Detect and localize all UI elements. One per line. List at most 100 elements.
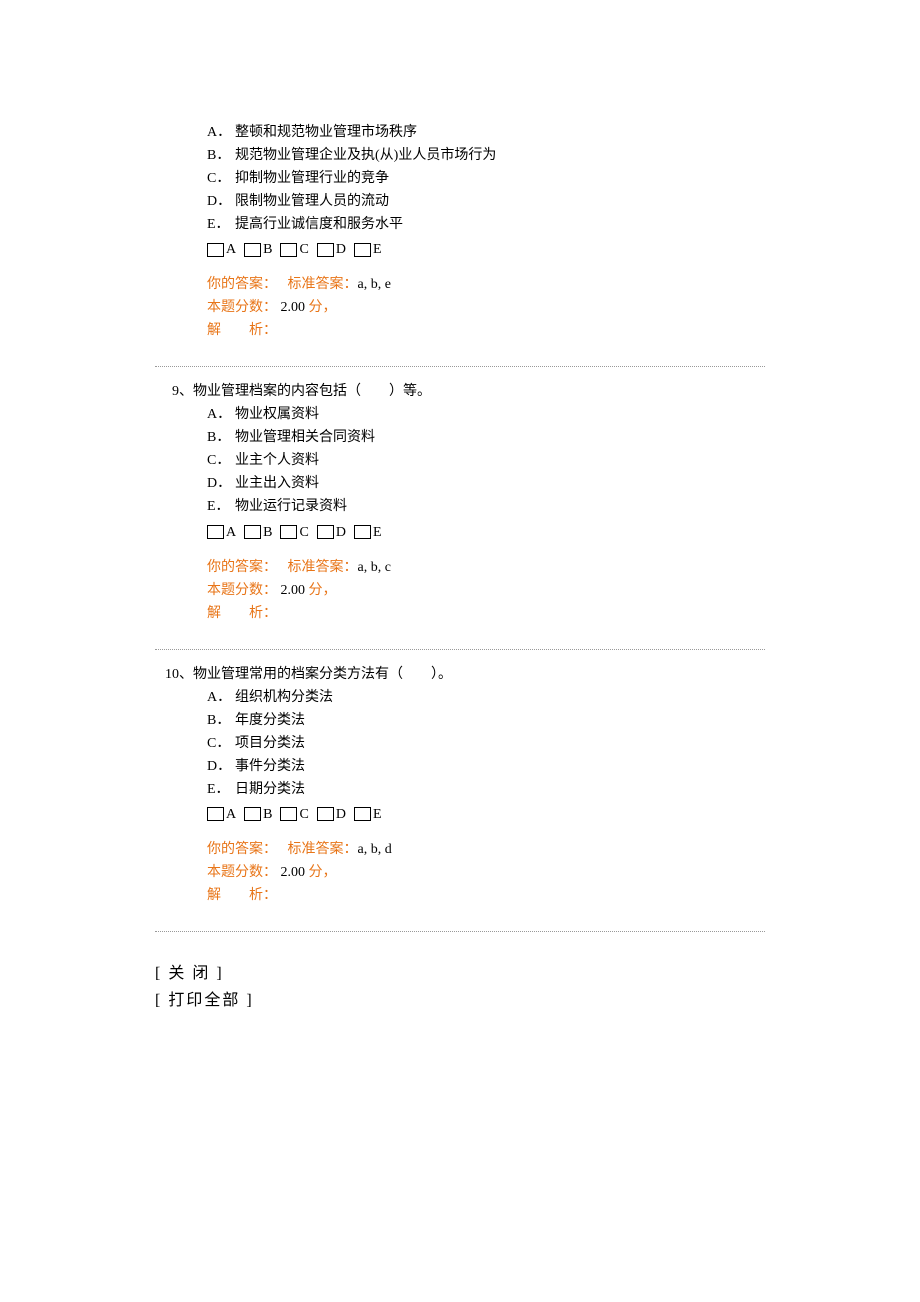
separator [155,366,765,367]
checkbox[interactable] [354,807,371,821]
option-letter: A． [207,404,235,425]
option-line: B．年度分类法 [207,710,765,731]
option-letter: C． [207,450,235,471]
option-line: C．抑制物业管理行业的竞争 [207,168,765,189]
option-letter: A． [207,122,235,143]
score-unit: 分， [309,583,337,598]
your-answer-label: 你的答案： [207,560,277,575]
option-text: 年度分类法 [235,713,305,728]
option-letter: E． [207,214,235,235]
print-all-link[interactable]: [ 打印全部 ] [155,989,765,1013]
footer-links: [ 关 闭 ] [ 打印全部 ] [155,962,765,1013]
option-letter: E． [207,779,235,800]
checkbox-label: D [336,522,346,543]
score-line: 本题分数： 2.00 分， [207,580,765,601]
checkbox[interactable] [317,525,334,539]
option-line: C．业主个人资料 [207,450,765,471]
question-block: 9、物业管理档案的内容包括（ ）等。A．物业权属资料B．物业管理相关合同资料C．… [155,381,765,623]
checkbox[interactable] [280,243,297,257]
answer-area: 你的答案： 标准答案：a, b, d本题分数： 2.00 分，解 析： [207,839,765,906]
checkbox[interactable] [244,525,261,539]
question-block: 10、物业管理常用的档案分类方法有（ ）。A．组织机构分类法B．年度分类法C．项… [155,664,765,906]
checkbox[interactable] [317,243,334,257]
answer-area: 你的答案： 标准答案：a, b, c本题分数： 2.00 分，解 析： [207,557,765,624]
score-line: 本题分数： 2.00 分， [207,862,765,883]
answer-area: 你的答案： 标准答案：a, b, e本题分数： 2.00 分，解 析： [207,274,765,341]
checkbox[interactable] [244,807,261,821]
option-letter: D． [207,191,235,212]
your-answer-label: 你的答案： [207,277,277,292]
checkbox-label: C [299,239,308,260]
your-answer-line: 你的答案： 标准答案：a, b, d [207,839,765,860]
option-text: 整顿和规范物业管理市场秩序 [235,125,417,140]
checkbox-label: B [263,522,272,543]
checkbox-label: C [299,804,308,825]
your-answer-line: 你的答案： 标准答案：a, b, e [207,274,765,295]
checkbox[interactable] [354,525,371,539]
score-value: 2.00 [281,865,306,880]
option-line: E．提高行业诚信度和服务水平 [207,214,765,235]
option-text: 物业权属资料 [235,407,319,422]
question-stem-line: 9、物业管理档案的内容包括（ ）等。 [155,381,765,402]
option-text: 物业管理相关合同资料 [235,430,375,445]
option-line: C．项目分类法 [207,733,765,754]
analysis-line: 解 析： [207,320,765,341]
option-text: 提高行业诚信度和服务水平 [235,217,403,232]
checkbox-label: E [373,239,382,260]
option-line: D．业主出入资料 [207,473,765,494]
your-answer-line: 你的答案： 标准答案：a, b, c [207,557,765,578]
option-letter: B． [207,427,235,448]
option-text: 规范物业管理企业及执(从)业人员市场行为 [235,148,496,163]
score-value: 2.00 [281,300,306,315]
option-text: 组织机构分类法 [235,690,333,705]
checkbox-label: A [226,804,236,825]
question-block: A．整顿和规范物业管理市场秩序B．规范物业管理企业及执(从)业人员市场行为 C．抑… [155,122,765,341]
checkbox-label: E [373,522,382,543]
option-text: 物业运行记录资料 [235,499,347,514]
options-area: A．物业权属资料B．物业管理相关合同资料C．业主个人资料D．业主出入资料E．物业… [207,404,765,517]
checkbox-label: A [226,522,236,543]
checkbox[interactable] [244,243,261,257]
question-number: 10、 [155,664,193,685]
option-letter: B． [207,145,235,166]
checkbox[interactable] [207,807,224,821]
standard-answer-value: a, b, d [358,842,392,857]
close-link[interactable]: [ 关 闭 ] [155,962,765,986]
checkbox-label: B [263,239,272,260]
question-stem: 物业管理档案的内容包括（ ）等。 [193,384,431,399]
option-line: E．物业运行记录资料 [207,496,765,517]
option-letter: D． [207,756,235,777]
options-area: A．组织机构分类法B．年度分类法C．项目分类法D．事件分类法E．日期分类法 [207,687,765,800]
score-label: 本题分数： [207,300,277,315]
option-text: 限制物业管理人员的流动 [235,194,389,209]
option-line: A．物业权属资料 [207,404,765,425]
checkbox-row: A B C D E [207,239,765,260]
standard-answer-label: 标准答案： [288,277,358,292]
your-answer-label: 你的答案： [207,842,277,857]
checkbox-label: D [336,804,346,825]
checkbox[interactable] [317,807,334,821]
option-line: B．物业管理相关合同资料 [207,427,765,448]
score-unit: 分， [309,865,337,880]
separator [155,649,765,650]
checkbox-label: D [336,239,346,260]
checkbox[interactable] [280,807,297,821]
checkbox[interactable] [207,243,224,257]
option-letter: C． [207,733,235,754]
score-label: 本题分数： [207,865,277,880]
checkbox[interactable] [280,525,297,539]
question-number: 9、 [155,381,193,402]
score-label: 本题分数： [207,583,277,598]
option-line: D．限制物业管理人员的流动 [207,191,765,212]
checkbox[interactable] [207,525,224,539]
option-letter: D． [207,473,235,494]
standard-answer-label: 标准答案： [288,560,358,575]
checkbox-row: ABCDE [207,521,765,542]
checkbox-label: B [263,804,272,825]
score-value: 2.00 [281,583,306,598]
option-text: 业主出入资料 [235,476,319,491]
option-line: A．组织机构分类法 [207,687,765,708]
checkbox[interactable] [354,243,371,257]
checkbox-label: A [226,239,236,260]
option-line: A．整顿和规范物业管理市场秩序 [207,122,765,143]
